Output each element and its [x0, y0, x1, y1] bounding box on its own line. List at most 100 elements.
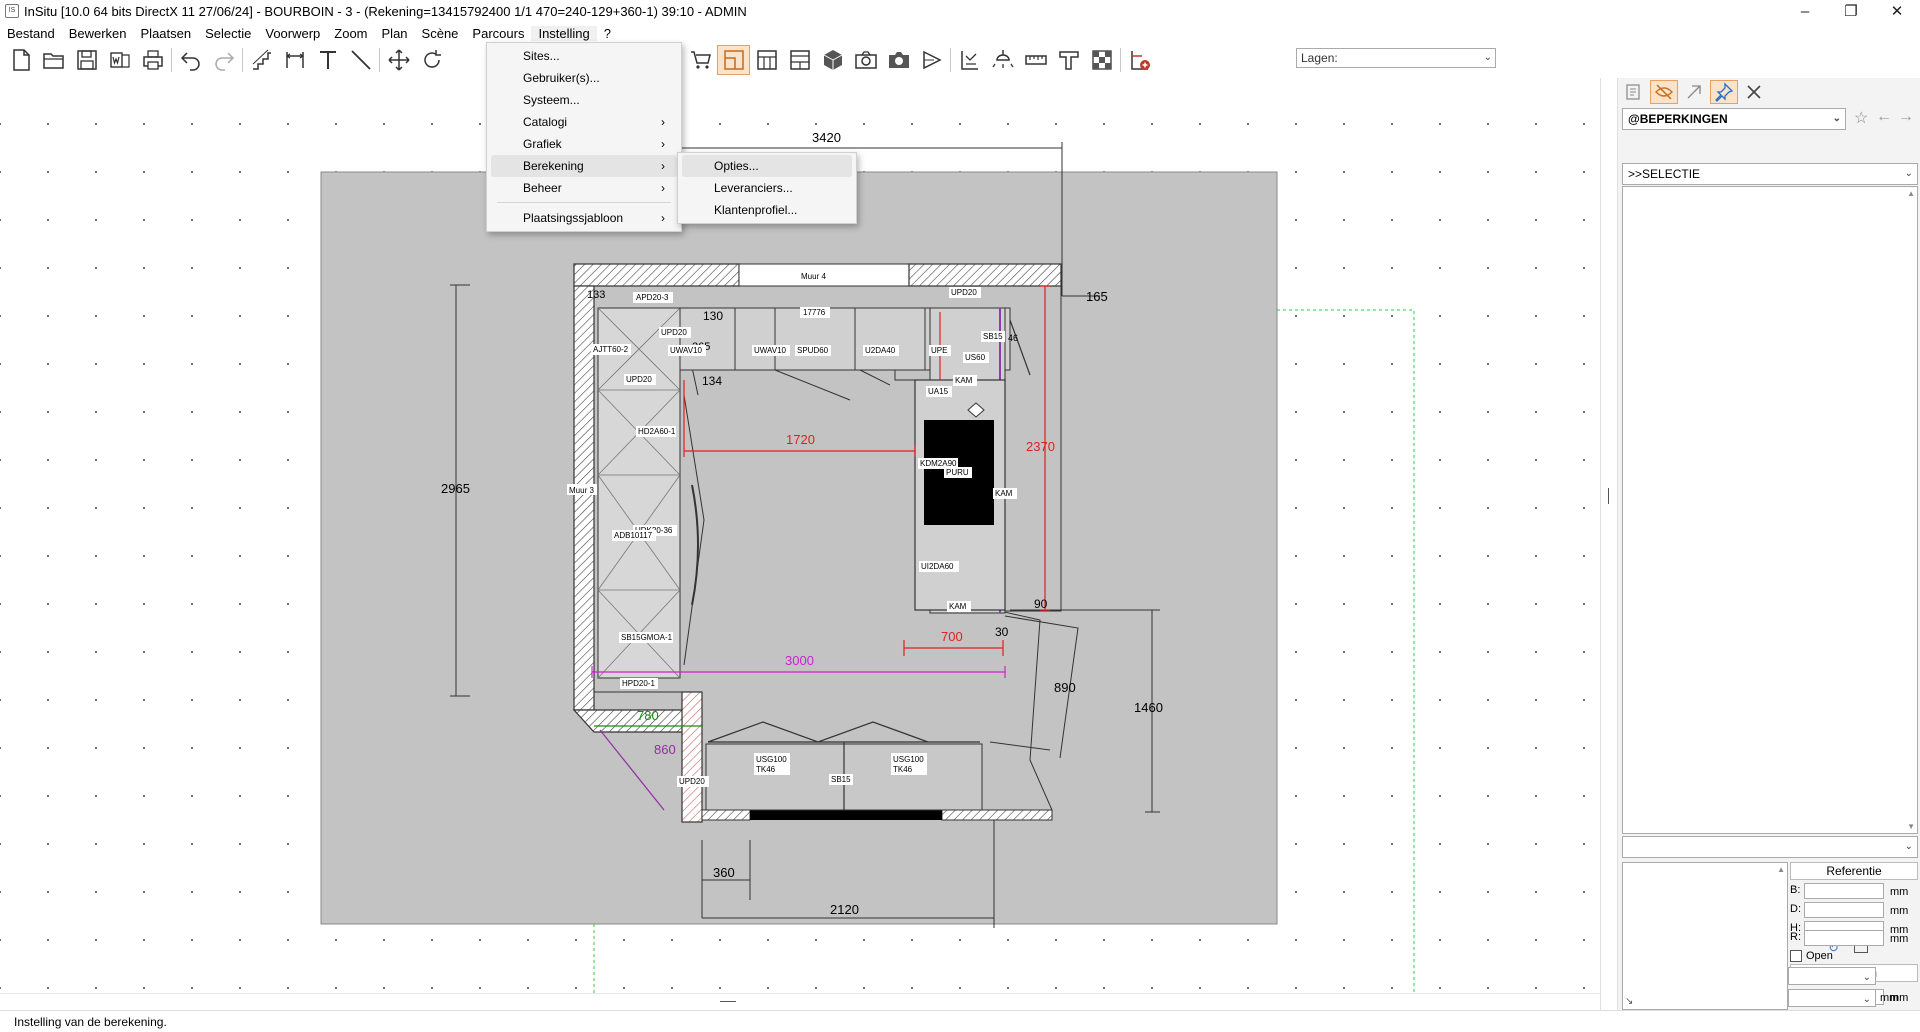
- selection-select[interactable]: >>SELECTIE ⌄: [1622, 163, 1918, 185]
- menu-plaatsen[interactable]: Plaatsen: [134, 26, 199, 41]
- menu-item-klantenprofiel[interactable]: Klantenprofiel...: [682, 199, 852, 221]
- menu-plan[interactable]: Plan: [375, 26, 415, 41]
- panel-hide-button[interactable]: [1650, 80, 1678, 104]
- menu-item-berekening[interactable]: Berekening ›: [491, 155, 677, 177]
- r-input[interactable]: [1804, 930, 1884, 946]
- open-button[interactable]: [37, 45, 70, 75]
- properties-list-icon: [1626, 84, 1640, 100]
- move-tool-button[interactable]: [382, 45, 415, 75]
- menu-instelling[interactable]: Instelling: [531, 25, 597, 41]
- render-camera-button[interactable]: [882, 45, 915, 75]
- open-checkbox[interactable]: [1790, 950, 1802, 962]
- resize-grip-icon[interactable]: ↘: [1625, 996, 1633, 1007]
- open-angle-select[interactable]: ⌄: [1788, 989, 1876, 1007]
- arrow-up-right-icon: [1687, 85, 1701, 99]
- back-arrow-icon[interactable]: ←: [1876, 108, 1892, 126]
- horizontal-splitter[interactable]: [0, 993, 1600, 1010]
- dim-right-1460: 1460: [1134, 700, 1163, 715]
- label-puru: PURU: [946, 468, 969, 477]
- cart-button[interactable]: [684, 45, 717, 75]
- menu-item-systeem[interactable]: Systeem...: [491, 89, 677, 111]
- label-sb15gmoa: SB15GMOA-1: [621, 633, 673, 642]
- menu-scene[interactable]: Scène: [415, 26, 466, 41]
- toolbar-separator: [1120, 48, 1121, 72]
- selection-list[interactable]: ▲ ▼: [1622, 186, 1918, 834]
- minimize-button[interactable]: –: [1782, 0, 1828, 22]
- print-button[interactable]: [136, 45, 169, 75]
- menu-item-sites[interactable]: Sites...: [491, 45, 677, 67]
- label-usg100-b: USG100: [893, 755, 924, 764]
- chevron-right-icon: ›: [661, 181, 665, 195]
- referentie-button[interactable]: Referentie: [1790, 862, 1918, 880]
- d-input[interactable]: [1804, 902, 1884, 918]
- dimension-tool-button[interactable]: [278, 45, 311, 75]
- layers-tool-button[interactable]: [953, 45, 986, 75]
- dim-island-width: 700: [941, 629, 963, 644]
- elevation2-view-button[interactable]: [783, 45, 816, 75]
- plan-view-button[interactable]: [717, 45, 750, 75]
- menu-item-gebruikers[interactable]: Gebruiker(s)...: [491, 67, 677, 89]
- scroll-up-icon[interactable]: ▲: [1907, 189, 1915, 198]
- section-button[interactable]: [1052, 45, 1085, 75]
- scroll-up-icon[interactable]: ▲: [1777, 865, 1785, 874]
- b-input[interactable]: [1804, 883, 1884, 899]
- angle-unit: mm: [1880, 992, 1899, 1004]
- maximize-button[interactable]: ❐: [1828, 0, 1874, 22]
- menu-item-leveranciers[interactable]: Leveranciers...: [682, 177, 852, 199]
- menu-item-opties[interactable]: Opties...: [682, 155, 852, 177]
- open-direction-select[interactable]: ⌄: [1788, 967, 1876, 985]
- rotate-icon: [423, 50, 441, 68]
- dim-corner-30: 30: [995, 625, 1009, 639]
- folder-icon: [42, 53, 64, 69]
- panel-properties-button[interactable]: [1620, 80, 1648, 104]
- light-button[interactable]: [986, 45, 1019, 75]
- texture-button[interactable]: [1085, 45, 1118, 75]
- vertical-splitter[interactable]: [1600, 78, 1618, 1010]
- menu-bestand[interactable]: Bestand: [0, 26, 62, 41]
- menu-zoom[interactable]: Zoom: [327, 26, 374, 41]
- menu-item-beheer[interactable]: Beheer ›: [491, 177, 677, 199]
- scroll-down-icon[interactable]: ▼: [1907, 822, 1915, 831]
- add-node-button[interactable]: [1123, 45, 1156, 75]
- notes-box-lower: ↘: [1622, 934, 1788, 1010]
- export-word-button[interactable]: [103, 45, 136, 75]
- stairs-tool-button[interactable]: [245, 45, 278, 75]
- line-tool-button[interactable]: [344, 45, 377, 75]
- favorite-star-icon[interactable]: ☆: [1854, 108, 1868, 128]
- property-select[interactable]: ⌄: [1622, 836, 1918, 858]
- undo-button[interactable]: [174, 45, 207, 75]
- forward-arrow-icon[interactable]: →: [1898, 108, 1914, 126]
- panel-pin-button[interactable]: [1710, 80, 1738, 104]
- save-button[interactable]: [70, 45, 103, 75]
- rotate-tool-button[interactable]: [415, 45, 448, 75]
- elevation-view-button[interactable]: [750, 45, 783, 75]
- close-button[interactable]: ✕: [1874, 0, 1920, 22]
- menu-voorwerp[interactable]: Voorwerp: [258, 26, 327, 41]
- panel-arrow-button[interactable]: [1680, 80, 1708, 104]
- redo-button[interactable]: [207, 45, 240, 75]
- cube-icon: [823, 50, 842, 70]
- r-unit: mm: [1890, 933, 1909, 945]
- menu-bewerken[interactable]: Bewerken: [62, 26, 134, 41]
- menu-parcours[interactable]: Parcours: [465, 26, 531, 41]
- animation-button[interactable]: [915, 45, 948, 75]
- constraints-select[interactable]: @BEPERKINGEN ⌄: [1622, 108, 1846, 130]
- add-node-icon: [1130, 51, 1150, 70]
- dim-bottom-2120: 2120: [830, 902, 859, 917]
- layers-select[interactable]: Lagen: ⌄: [1296, 48, 1496, 68]
- menu-help[interactable]: ?: [597, 26, 618, 41]
- 3d-view-button[interactable]: [816, 45, 849, 75]
- menu-item-plaatsingssjabloon[interactable]: Plaatsingssjabloon ›: [491, 207, 677, 229]
- stairs-icon: [252, 49, 271, 70]
- camera-button[interactable]: [849, 45, 882, 75]
- dim-bottom-360: 360: [713, 865, 735, 880]
- menu-item-grafiek[interactable]: Grafiek ›: [491, 133, 677, 155]
- label-u2da40: U2DA40: [865, 346, 896, 355]
- measure-button[interactable]: [1019, 45, 1052, 75]
- label-us60: US60: [965, 353, 986, 362]
- menu-selectie[interactable]: Selectie: [198, 26, 258, 41]
- text-tool-button[interactable]: [311, 45, 344, 75]
- menu-item-catalogi[interactable]: Catalogi ›: [491, 111, 677, 133]
- panel-close-button[interactable]: [1740, 80, 1768, 104]
- new-button[interactable]: [4, 45, 37, 75]
